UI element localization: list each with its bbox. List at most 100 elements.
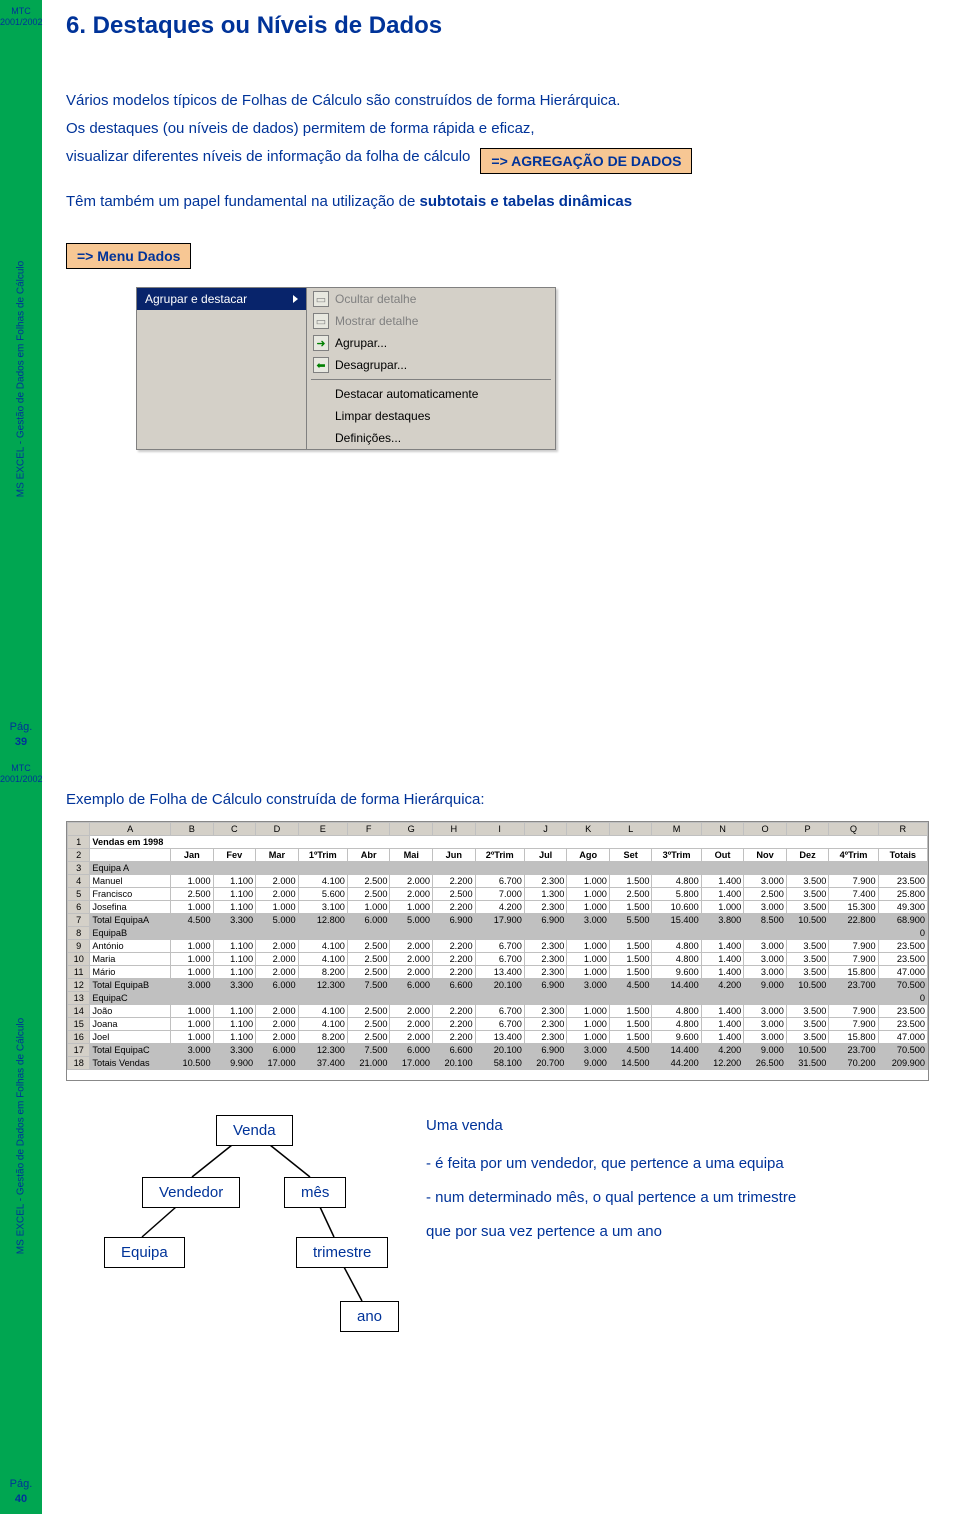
menu-item-ocultar[interactable]: ▭ Ocultar detalhe [307, 288, 555, 310]
cell: 9.600 [652, 1030, 701, 1043]
cell: 12.800 [298, 913, 347, 926]
cell: 4.200 [701, 978, 744, 991]
cell: 4.800 [652, 874, 701, 887]
cell: 4.500 [171, 913, 214, 926]
cell: 2.300 [524, 939, 567, 952]
box-mes: mês [284, 1177, 346, 1208]
cell: 2.500 [347, 887, 390, 900]
table-row: 13EquipaC0 [68, 991, 928, 1004]
pag-label: Pág. [0, 1477, 42, 1491]
cell: 3.000 [744, 1030, 787, 1043]
cell: 1.400 [701, 1030, 744, 1043]
cell: 1.000 [256, 900, 299, 913]
row-label: Joel [90, 1030, 171, 1043]
cell: 15.400 [652, 913, 701, 926]
cell [213, 991, 256, 1004]
cell: 2.300 [524, 952, 567, 965]
cell: 49.300 [878, 900, 927, 913]
cell [390, 991, 433, 1004]
paragraph-3b: subtotais e tabelas dinâmicas [420, 193, 633, 210]
col-header: O [744, 822, 787, 835]
menu-item-label: Agrupar... [335, 336, 387, 350]
row-label: Total EquipaC [90, 1043, 171, 1056]
menu-left-pane: Agrupar e destacar [137, 288, 307, 449]
cell: 47.000 [878, 1030, 927, 1043]
cell: 6.900 [524, 913, 567, 926]
outline-hide-icon: ▭ [313, 291, 329, 307]
cell: 10.500 [786, 1043, 829, 1056]
cell: 6.000 [256, 978, 299, 991]
cell: 1.000 [701, 900, 744, 913]
menu-item-label: Destacar automaticamente [335, 387, 478, 401]
cell: 9.000 [744, 1043, 787, 1056]
cell: 2.300 [524, 1030, 567, 1043]
col-header: D [256, 822, 299, 835]
cell: 15.800 [829, 1030, 878, 1043]
row-label: Francisco [90, 887, 171, 900]
table-row: 12Total EquipaB3.0003.3006.00012.3007.50… [68, 978, 928, 991]
box-trimestre: trimestre [296, 1237, 388, 1268]
cell: 1.000 [567, 887, 610, 900]
cell: 6.000 [256, 1043, 299, 1056]
table-row: 7Total EquipaA4.5003.3005.00012.8006.000… [68, 913, 928, 926]
cell: 1.100 [213, 965, 256, 978]
menu-item-limpar[interactable]: Limpar destaques [307, 405, 555, 427]
cell: 3.000 [171, 1043, 214, 1056]
cell: 1.500 [609, 965, 652, 978]
cell: 2.500 [347, 939, 390, 952]
column-header: Jan [171, 848, 214, 861]
menu-item-mostrar[interactable]: ▭ Mostrar detalhe [307, 310, 555, 332]
cell [171, 861, 214, 874]
cell: 1.000 [567, 1030, 610, 1043]
menu-item-destacar-auto[interactable]: Destacar automaticamente [307, 383, 555, 405]
ungroup-icon: ⬅ [313, 357, 329, 373]
cell: 17.000 [256, 1056, 299, 1069]
col-header: P [786, 822, 829, 835]
column-header: Mar [256, 848, 299, 861]
page-number: 40 [0, 1492, 42, 1506]
menu-item-agrupar-destacar[interactable]: Agrupar e destacar [137, 288, 306, 310]
paragraph-2b: visualizar diferentes níveis de informaç… [66, 146, 470, 168]
cell: 4.100 [298, 952, 347, 965]
cell: 1.000 [567, 874, 610, 887]
cell: 2.500 [609, 887, 652, 900]
menu-item-definicoes[interactable]: Definições... [307, 427, 555, 449]
cell: 2.300 [524, 874, 567, 887]
cell: 1.100 [213, 952, 256, 965]
cell: 22.800 [829, 913, 878, 926]
cell: 15.800 [829, 965, 878, 978]
cell: 3.500 [786, 952, 829, 965]
column-header: Fev [213, 848, 256, 861]
cell: 2.000 [256, 1017, 299, 1030]
table-row: 11Mário1.0001.1002.0008.2002.5002.0002.2… [68, 965, 928, 978]
menu-item-label: Agrupar e destacar [145, 292, 247, 306]
outline-show-icon: ▭ [313, 313, 329, 329]
column-header: Ago [567, 848, 610, 861]
cell: 68.900 [878, 913, 927, 926]
cell: 1.000 [567, 900, 610, 913]
cell [256, 926, 299, 939]
cell: 3.000 [744, 965, 787, 978]
cell: 26.500 [744, 1056, 787, 1069]
cell: 1.000 [567, 1004, 610, 1017]
cell: 2.200 [433, 1030, 476, 1043]
excel-menu-screenshot: Agrupar e destacar ▭ Ocultar detalhe ▭ M… [136, 287, 930, 450]
cell: 1.400 [701, 874, 744, 887]
menu-item-desagrupar[interactable]: ⬅ Desagrupar... [307, 354, 555, 376]
cell [298, 926, 347, 939]
cell: 2.000 [256, 939, 299, 952]
cell: 10.500 [171, 1056, 214, 1069]
cell [652, 926, 701, 939]
cell: 1.100 [213, 1030, 256, 1043]
menu-item-agrupar[interactable]: ➜ Agrupar... [307, 332, 555, 354]
cell [701, 926, 744, 939]
callout-agregacao: => AGREGAÇÃO DE DADOS [480, 148, 692, 174]
column-header [90, 848, 171, 861]
cell: 1.300 [524, 887, 567, 900]
cell: 0 [878, 926, 927, 939]
column-header: Totais [878, 848, 927, 861]
table-row: 17Total EquipaC3.0003.3006.00012.3007.50… [68, 1043, 928, 1056]
col-header: N [701, 822, 744, 835]
column-header: Jul [524, 848, 567, 861]
subject-label: MS EXCEL - Gestão de Dados em Folhas de … [16, 1017, 27, 1253]
